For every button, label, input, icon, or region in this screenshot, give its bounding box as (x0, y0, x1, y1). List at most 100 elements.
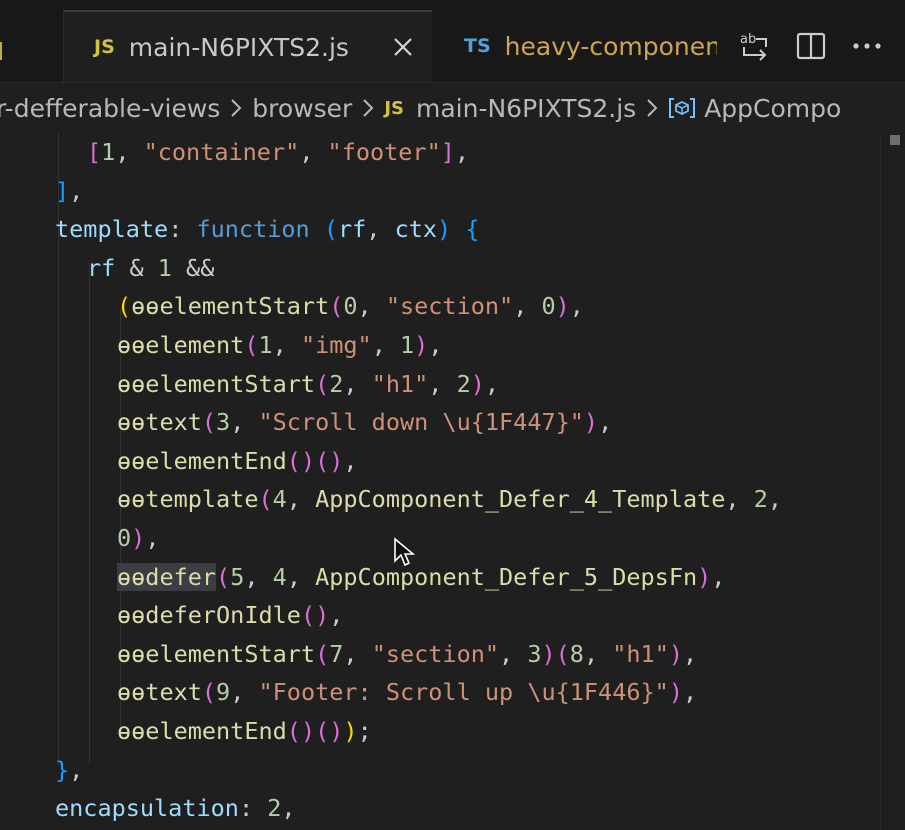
code-token: 1 (157, 253, 172, 282)
code-line[interactable]: ɵɵtext(9, "Footer: Scroll up \u{1F446}")… (117, 673, 697, 711)
code-line[interactable]: encapsulation: 2, (55, 789, 296, 827)
code-line[interactable]: [1, "container", "footer"], (87, 133, 469, 171)
code-token: ɵɵelement (117, 331, 245, 359)
code-token: ) (343, 717, 358, 745)
more-actions-icon[interactable] (849, 28, 885, 64)
code-token: , (428, 369, 457, 398)
code-token: 2 (267, 794, 282, 823)
code-token: ( (555, 639, 570, 668)
editor-tab-bar: JS main-N6PIXTS2.js TS heavy-component a… (0, 0, 905, 83)
chevron-right-icon (646, 98, 658, 118)
code-token: 3 (216, 408, 231, 437)
code-line[interactable]: template: function (rf, ctx) { (55, 210, 480, 248)
indent-guide (89, 263, 90, 765)
code-token: && (171, 253, 215, 282)
code-token: , (371, 331, 400, 359)
code-token: ) (300, 717, 316, 745)
code-token: encapsulation (55, 794, 239, 823)
code-token: , (499, 639, 528, 668)
code-token: ( (286, 446, 301, 475)
code-token: ctx (394, 215, 438, 244)
code-line[interactable]: }, (55, 751, 83, 789)
code-token: ( (117, 292, 132, 321)
vertical-scrollbar[interactable] (880, 133, 905, 830)
code-token: , (682, 678, 698, 707)
code-line[interactable]: ], (55, 172, 83, 210)
code-line[interactable]: ɵɵtext(3, "Scroll down \u{1F447}"), (117, 403, 612, 441)
breadcrumb-folder[interactable]: r-defferable-views (0, 94, 220, 123)
compare-changes-icon[interactable]: ab (737, 28, 773, 64)
code-token: , (484, 369, 500, 398)
code-token: , (272, 331, 301, 359)
code-line[interactable]: (ɵɵelementStart(0, "section", 0), (117, 287, 584, 325)
breadcrumb-symbol[interactable]: AppCompo (668, 94, 841, 123)
code-token: 0 (343, 292, 358, 321)
code-token: 7 (329, 639, 344, 668)
code-token: ) (300, 446, 316, 475)
code-token: ( (201, 408, 217, 437)
code-token: , (711, 562, 726, 591)
code-token: , (286, 485, 316, 514)
code-token: ) (329, 717, 344, 745)
code-token: ) (541, 639, 556, 668)
code-token: ) (555, 292, 570, 321)
chevron-right-icon (230, 98, 242, 118)
code-token: ( (329, 292, 344, 321)
code-token: , (343, 369, 372, 398)
code-token: , (230, 408, 259, 437)
code-token: rf (87, 253, 116, 282)
tab-label: heavy-component (504, 31, 717, 61)
code-token: ɵɵelementEnd (117, 446, 287, 475)
code-token: ɵɵelementEnd (117, 717, 287, 745)
code-line[interactable]: ɵɵelement(1, "img", 1), (117, 326, 442, 364)
code-editor[interactable]: [1, "container", "footer"],], template: f… (0, 133, 880, 830)
code-line[interactable]: ɵɵdefer(5, 4, AppComponent_Defer_5_DepsF… (117, 558, 725, 596)
code-token: & (115, 253, 158, 282)
code-token: , (230, 678, 259, 707)
code-token: ɵɵelementStart (117, 639, 316, 668)
code-token: , (513, 292, 542, 321)
code-line[interactable]: ɵɵelementStart(7, "section", 3)(8, "h1")… (117, 635, 697, 673)
code-token: "Footer: Scroll up \u{1F446}" (258, 678, 669, 707)
code-token: ] (440, 138, 455, 166)
code-line[interactable]: ɵɵtemplate(4, AppComponent_Defer_4_Templ… (117, 480, 782, 518)
tab-heavy-component-ts[interactable]: TS heavy-component (432, 10, 732, 82)
split-editor-icon[interactable] (793, 28, 829, 64)
tab-partial-left[interactable] (0, 10, 64, 82)
breadcrumb-subfolder[interactable]: browser (252, 94, 352, 123)
code-line[interactable]: rf & 1 && (87, 249, 214, 287)
close-icon[interactable] (390, 34, 416, 60)
breadcrumb-file[interactable]: JS main-N6PIXTS2.js (384, 94, 636, 123)
code-token: , (343, 446, 358, 475)
code-token: ɵɵtemplate (117, 485, 259, 514)
code-token: 0 (117, 524, 132, 552)
code-token: ) (697, 562, 712, 591)
code-token: 4 (272, 485, 287, 514)
code-token: ) (437, 215, 452, 244)
code-line[interactable]: ɵɵelementEnd()(), (117, 442, 358, 480)
code-line[interactable]: ɵɵdeferOnIdle(), (117, 596, 343, 634)
code-token: ) (131, 524, 146, 552)
code-line[interactable]: ɵɵelementStart(2, "h1", 2), (117, 365, 499, 403)
code-token: 9 (216, 678, 231, 707)
code-token: ) (315, 601, 330, 630)
code-token: 2 (753, 485, 768, 514)
code-token: ) (329, 446, 344, 475)
js-file-icon: JS (94, 36, 115, 58)
code-line[interactable]: 0), (117, 519, 159, 557)
code-token: "footer" (327, 138, 441, 166)
code-token: 5 (230, 562, 245, 591)
code-token: 0 (541, 292, 556, 321)
code-token: ) (583, 408, 599, 437)
code-token: , (725, 485, 754, 514)
tab-label-clip: heavy-component (505, 32, 717, 61)
code-token: , (366, 215, 395, 244)
code-token: { (465, 215, 480, 244)
code-token: , (329, 601, 344, 630)
tab-main-js[interactable]: JS main-N6PIXTS2.js (64, 10, 432, 82)
code-token: , (454, 138, 470, 166)
scrollbar-thumb[interactable] (890, 135, 900, 145)
code-token: function (196, 215, 310, 244)
code-token: , (583, 639, 613, 668)
code-line[interactable]: ɵɵelementEnd()()); (117, 712, 372, 750)
